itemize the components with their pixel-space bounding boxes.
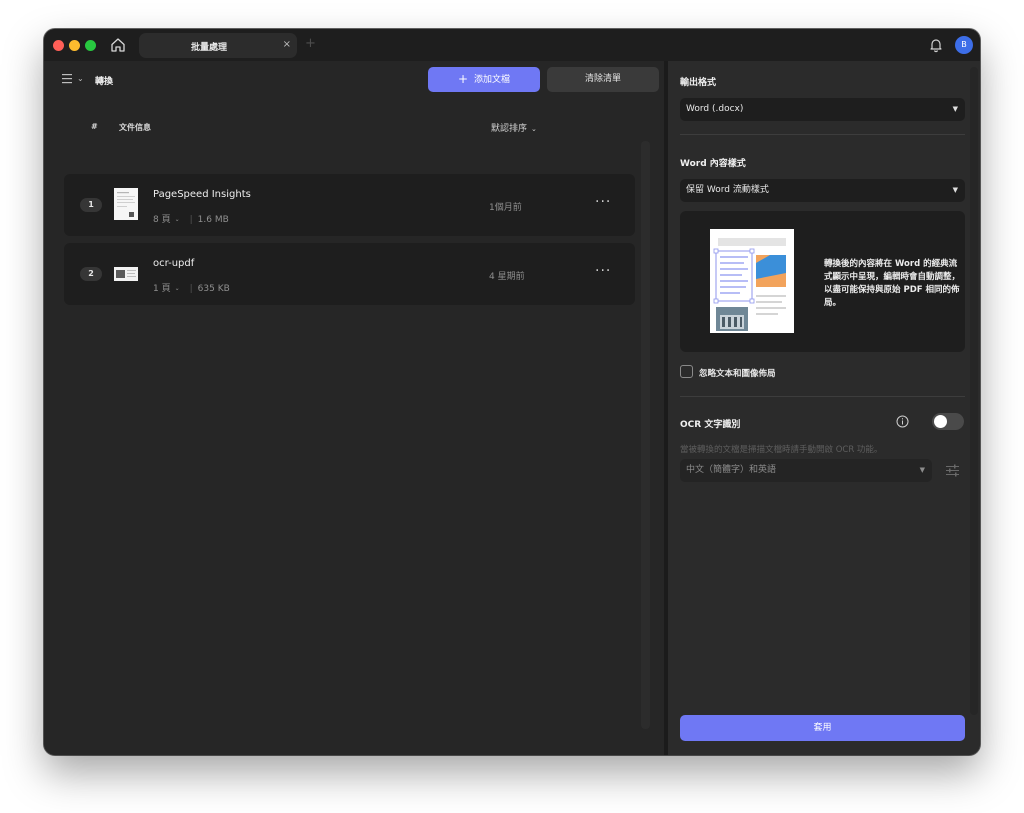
document-illustration	[710, 229, 794, 333]
more-icon[interactable]: ···	[595, 263, 611, 279]
more-icon[interactable]: ···	[595, 194, 611, 210]
info-icon[interactable]	[896, 415, 909, 428]
sliders-icon[interactable]	[945, 463, 960, 477]
file-meta: 8 頁 ⌄ | 1.6 MB	[153, 215, 229, 225]
scrollbar[interactable]	[970, 67, 978, 715]
caret-down-icon: ▼	[952, 105, 958, 113]
ocr-label: OCR 文字識別	[680, 420, 741, 430]
close-window-button[interactable]	[53, 40, 64, 51]
page-count[interactable]: 8 頁	[153, 215, 171, 225]
menu-icon[interactable]	[62, 73, 72, 85]
file-thumbnail	[114, 188, 138, 220]
chevron-down-icon[interactable]: ⌄	[175, 285, 180, 292]
row-index: 2	[80, 267, 102, 281]
file-thumbnail	[114, 267, 138, 281]
table-row[interactable]: 2 ocr-updf 1 頁 ⌄ | 635 KB 4 星期前 ···	[64, 243, 635, 305]
apply-button[interactable]: 套用	[680, 715, 965, 741]
file-name: PageSpeed Insights	[153, 189, 251, 200]
caret-down-icon: ▼	[952, 186, 958, 194]
file-time: 1個月前	[489, 203, 522, 213]
chevron-down-icon: ⌄	[531, 125, 537, 133]
ocr-language-value: 中文（簡體字）和英語	[686, 465, 777, 475]
layout-preview: 轉換後的內容將在 Word 的經典流式顯示中呈現，編輯時會自動調整，以盡可能保持…	[680, 211, 965, 352]
bell-icon[interactable]	[928, 37, 944, 53]
avatar[interactable]: B	[955, 36, 973, 54]
title-bar: 批量處理 × + B	[44, 29, 980, 61]
settings-panel: 輸出格式 Word (.docx) ▼ Word 內容樣式 保留 Word 流動…	[668, 61, 980, 755]
file-name: ocr-updf	[153, 258, 195, 269]
row-index: 1	[80, 198, 102, 212]
ignore-layout-checkbox[interactable]	[680, 365, 693, 378]
chevron-down-icon[interactable]: ⌄	[175, 216, 180, 223]
ocr-toggle[interactable]	[932, 413, 964, 430]
plus-icon: +	[457, 72, 469, 86]
page-count[interactable]: 1 頁	[153, 284, 171, 294]
new-tab-icon[interactable]: +	[305, 36, 316, 52]
preview-description: 轉換後的內容將在 Word 的經典流式顯示中呈現，編輯時會自動調整，以盡可能保持…	[824, 259, 961, 308]
column-header-index: #	[91, 122, 98, 131]
home-icon[interactable]	[109, 36, 127, 54]
file-list-panel: ⌄ 轉換 + 添加文檔 清除清單 # 文件信息 默認排序 ⌄ 1 PageSpeed…	[44, 61, 664, 755]
tab-batch-processing[interactable]: 批量處理 ×	[139, 33, 297, 58]
sort-label: 默認排序	[491, 124, 528, 134]
tab-label: 批量處理	[190, 43, 227, 53]
file-time: 4 星期前	[489, 272, 525, 282]
caret-down-icon: ▼	[919, 466, 925, 474]
word-style-value: 保留 Word 流動樣式	[686, 185, 769, 195]
column-header-file-info: 文件信息	[119, 122, 151, 133]
divider	[680, 134, 965, 135]
column-header-file-info-label: 文件信息	[119, 123, 151, 132]
minimize-window-button[interactable]	[69, 40, 80, 51]
output-format-label: 輸出格式	[680, 78, 717, 88]
ocr-hint: 當被轉換的文檔是掃描文檔時請手動開啟 OCR 功能。	[680, 445, 883, 455]
zoom-window-button[interactable]	[85, 40, 96, 51]
page-title: 轉換	[95, 77, 114, 87]
add-files-label: 添加文檔	[474, 75, 511, 85]
word-style-label: Word 內容樣式	[680, 159, 746, 169]
app-window: 批量處理 × + B ⌄ 轉換 + 添加文檔 清除清單 # 文件信息 默認排序 ⌄ …	[44, 29, 980, 755]
add-files-button[interactable]: + 添加文檔	[428, 67, 540, 92]
clear-list-button[interactable]: 清除清單	[547, 67, 659, 92]
output-format-value: Word (.docx)	[686, 104, 744, 114]
sort-dropdown[interactable]: 默認排序 ⌄	[491, 121, 537, 134]
chevron-down-icon[interactable]: ⌄	[77, 74, 84, 83]
tab-close-icon[interactable]: ×	[283, 39, 291, 51]
ocr-language-select[interactable]: 中文（簡體字）和英語 ▼	[680, 459, 932, 482]
file-size: 1.6 MB	[197, 215, 229, 225]
output-format-select[interactable]: Word (.docx) ▼	[680, 98, 965, 121]
file-size: 635 KB	[197, 284, 230, 294]
word-style-select[interactable]: 保留 Word 流動樣式 ▼	[680, 179, 965, 202]
file-meta: 1 頁 ⌄ | 635 KB	[153, 284, 230, 294]
toggle-knob	[934, 415, 947, 428]
scrollbar[interactable]	[641, 141, 650, 729]
divider	[680, 396, 965, 397]
table-row[interactable]: 1 PageSpeed Insights 8 頁 ⌄ | 1.6 MB 1個月前 ··…	[64, 174, 635, 236]
ignore-layout-label: 忽略文本和圖像佈局	[699, 369, 776, 379]
